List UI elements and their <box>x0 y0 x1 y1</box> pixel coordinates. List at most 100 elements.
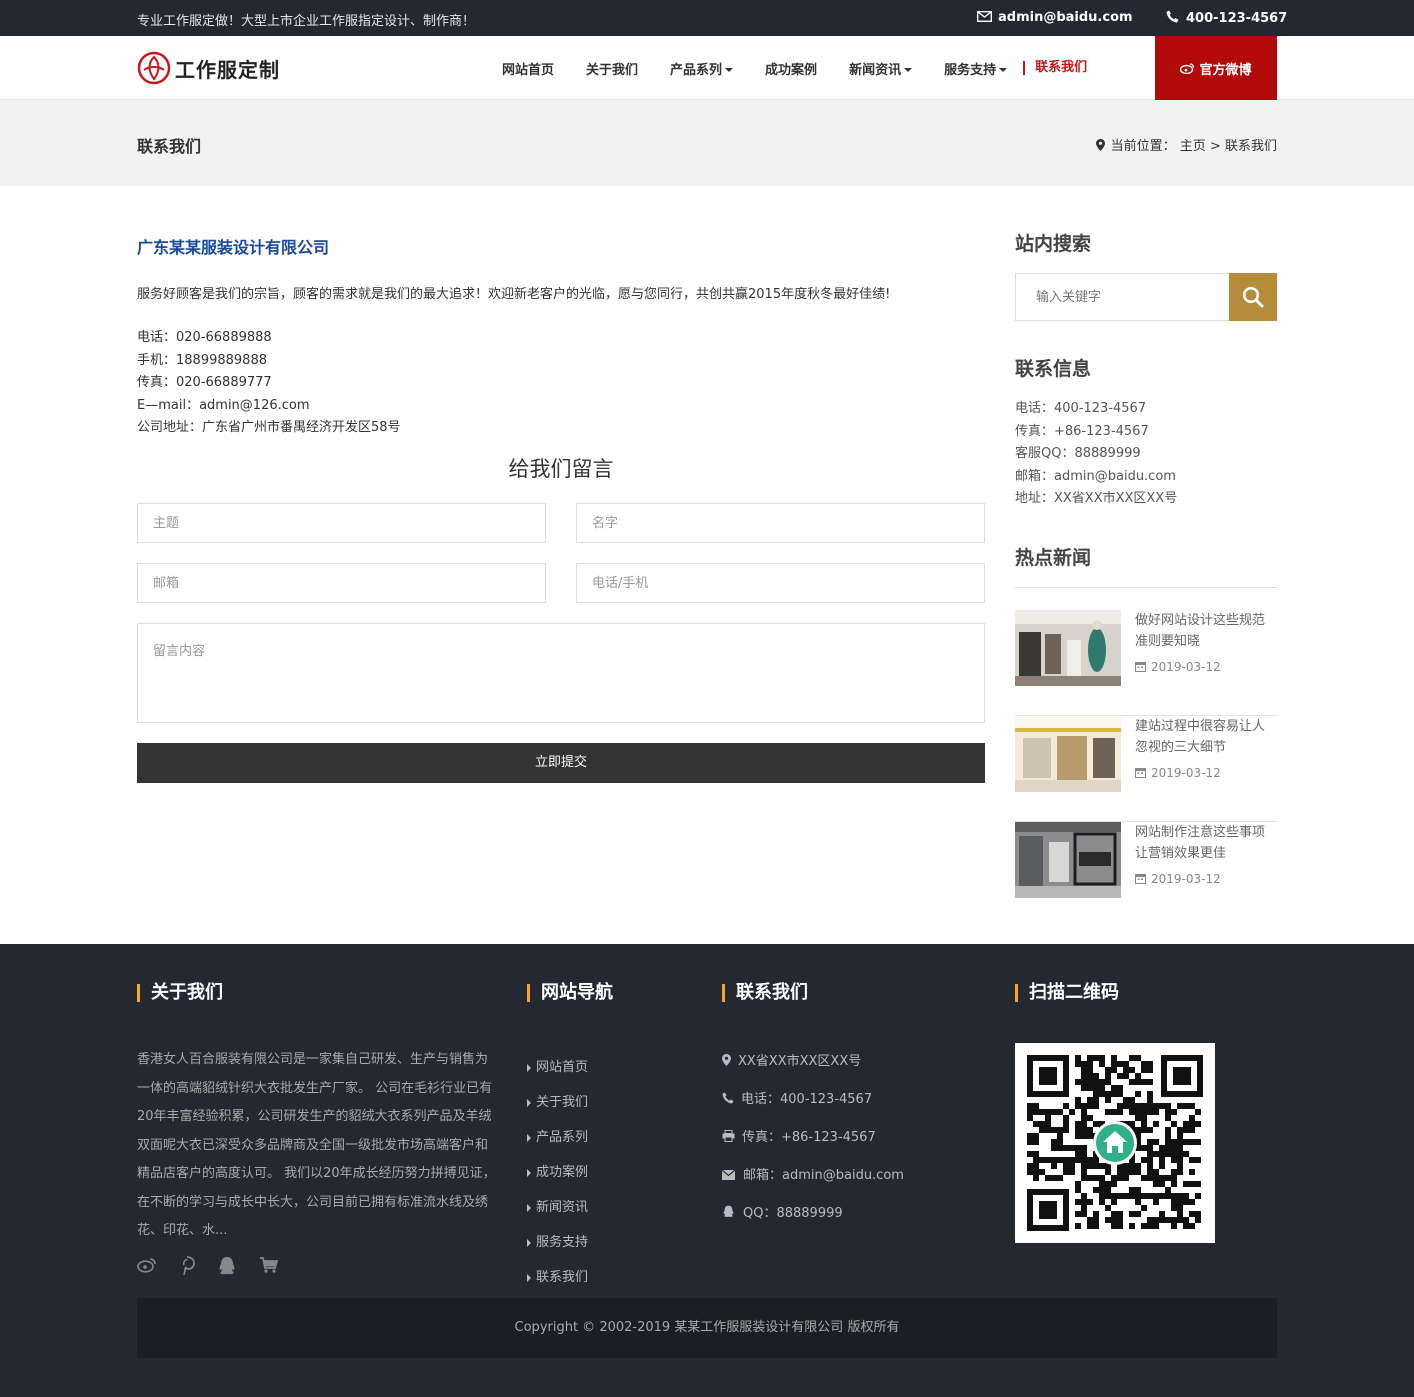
divider <box>1015 587 1277 588</box>
footer-nav-label: 网站首页 <box>536 1060 589 1075</box>
footer-nav-label: 服务支持 <box>536 1235 589 1250</box>
footer-nav-link[interactable]: 成功案例 <box>527 1155 588 1190</box>
nav-home[interactable]: 网站首页 <box>486 59 570 78</box>
news-thumbnail[interactable] <box>1015 716 1121 792</box>
search-input[interactable] <box>1016 274 1230 320</box>
name-input[interactable] <box>576 503 985 543</box>
news-title[interactable]: 做好网站设计这些规范准则要知晓 <box>1135 610 1277 652</box>
nav-support-label: 服务支持 <box>944 62 997 78</box>
logo-text: 工作服定制 <box>175 57 280 82</box>
pinterest-icon[interactable] <box>179 1256 195 1276</box>
calendar-icon <box>1135 874 1146 884</box>
news-thumbnail[interactable] <box>1015 610 1121 686</box>
footer-nav-heading: 网站导航 <box>527 984 613 1002</box>
site-logo[interactable]: 工作服定制 <box>137 50 280 86</box>
search-button[interactable] <box>1229 273 1277 321</box>
top-phone-text: 400-123-4567 <box>1186 11 1288 26</box>
footer-nav-label: 关于我们 <box>536 1095 589 1110</box>
breadcrumb-home[interactable]: 主页 <box>1180 139 1206 154</box>
breadcrumb-prefix: 当前位置： <box>1110 139 1176 154</box>
footer-nav-label: 成功案例 <box>536 1165 589 1180</box>
footer-contact-list: XX省XX市XX区XX号 电话：400-123-4567 传真：+86-123-… <box>721 1043 904 1233</box>
caret-right-icon <box>527 1238 531 1247</box>
breadcrumb-current[interactable]: 联系我们 <box>1225 139 1277 154</box>
company-name: 广东某某服装设计有限公司 <box>137 238 330 257</box>
side-fax: 传真：+86-123-4567 <box>1015 423 1149 439</box>
news-title[interactable]: 建站过程中很容易让人忽视的三大细节 <box>1135 716 1277 758</box>
nav-about[interactable]: 关于我们 <box>570 59 654 78</box>
nav-products-label: 产品系列 <box>670 62 723 78</box>
chevron-down-icon <box>725 68 734 72</box>
news-item[interactable]: 网站制作注意这些事项让营销效果更佳 2019-03-12 <box>1015 822 1277 928</box>
footer-nav-label: 新闻资讯 <box>536 1200 589 1215</box>
qq-icon[interactable] <box>217 1256 237 1276</box>
weibo-button[interactable]: 官方微博 <box>1155 36 1277 100</box>
caret-right-icon <box>527 1063 531 1072</box>
phone-icon <box>722 1092 734 1104</box>
footer-qq-text: QQ：88889999 <box>743 1206 843 1221</box>
qr-code-image <box>1015 1043 1215 1243</box>
logo-emblem-icon <box>137 51 171 85</box>
footer-address-text: XX省XX市XX区XX号 <box>738 1054 862 1069</box>
calendar-icon <box>1135 768 1146 778</box>
weibo-icon <box>1180 63 1195 74</box>
contact-fax: 传真：020-66889777 <box>137 375 272 390</box>
page-title: 联系我们 <box>137 137 202 156</box>
site-slogan: 专业工作服定做！大型上市企业工作服指定设计、制作商！ <box>137 14 476 29</box>
footer-about-heading: 关于我们 <box>137 984 223 1002</box>
chevron-down-icon <box>999 68 1008 72</box>
printer-icon <box>722 1130 735 1142</box>
caret-right-icon <box>527 1133 531 1142</box>
news-item[interactable]: 建站过程中很容易让人忽视的三大细节 2019-03-12 <box>1015 716 1277 822</box>
calendar-icon <box>1135 662 1146 672</box>
nav-support[interactable]: 服务支持 <box>928 59 1023 78</box>
footer-fax: 传真：+86-123-4567 <box>722 1119 904 1157</box>
footer-address: XX省XX市XX区XX号 <box>722 1043 904 1081</box>
weibo-icon[interactable] <box>137 1256 157 1273</box>
phone-input[interactable] <box>576 563 985 603</box>
news-title[interactable]: 网站制作注意这些事项让营销效果更佳 <box>1135 822 1277 864</box>
main-nav: 网站首页 关于我们 产品系列 成功案例 新闻资讯 服务支持 联系我们 <box>486 36 1103 100</box>
nav-news[interactable]: 新闻资讯 <box>833 59 928 78</box>
footer-about-text: 香港女人百合服装有限公司是一家集自己研发、生产与销售为一体的高端貂绒针织大衣批发… <box>137 1052 496 1238</box>
side-qq: 客服QQ：88889999 <box>1015 446 1141 461</box>
caret-right-icon <box>527 1098 531 1107</box>
contact-info-list: 电话：400-123-4567 传真：+86-123-4567 客服QQ：888… <box>1015 398 1177 511</box>
submit-button[interactable]: 立即提交 <box>137 743 985 783</box>
caret-right-icon <box>527 1273 531 1282</box>
top-email-text: admin@baidu.com <box>998 10 1133 25</box>
news-item[interactable]: 做好网站设计这些规范准则要知晓 2019-03-12 <box>1015 610 1277 716</box>
footer-phone-text: 电话：400-123-4567 <box>741 1092 873 1107</box>
top-email[interactable]: admin@baidu.com <box>976 10 1133 25</box>
news-date-text: 2019-03-12 <box>1151 766 1221 780</box>
nav-contact[interactable]: 联系我们 <box>1023 61 1103 75</box>
chevron-down-icon <box>904 68 913 72</box>
company-intro: 服务好顾客是我们的宗旨，顾客的需求就是我们的最大追求！欢迎新老客户的光临，愿与您… <box>137 287 891 302</box>
subject-input[interactable] <box>137 503 546 543</box>
footer-nav-label: 联系我们 <box>536 1270 589 1285</box>
top-bar: 专业工作服定做！大型上市企业工作服指定设计、制作商！ admin@baidu.c… <box>0 0 1414 36</box>
copyright: Copyright © 2002-2019 某某工作服服装设计有限公司 版权所有 <box>137 1298 1277 1358</box>
footer-nav-link[interactable]: 新闻资讯 <box>527 1190 588 1225</box>
nav-products[interactable]: 产品系列 <box>654 59 749 78</box>
footer-nav: 网站首页 关于我们 产品系列 成功案例 新闻资讯 服务支持 联系我们 <box>527 1050 588 1295</box>
side-address: 地址：XX省XX市XX区XX号 <box>1015 491 1178 506</box>
news-date: 2019-03-12 <box>1135 660 1221 674</box>
footer-nav-link[interactable]: 关于我们 <box>527 1085 588 1120</box>
news-date-text: 2019-03-12 <box>1151 872 1221 886</box>
news-thumbnail[interactable] <box>1015 822 1121 898</box>
company-contacts: 电话：020-66889888 手机：18899889888 传真：020-66… <box>137 327 401 440</box>
top-phone[interactable]: 400-123-4567 <box>1166 10 1287 26</box>
map-marker-icon <box>1095 139 1105 151</box>
email-input[interactable] <box>137 563 546 603</box>
cart-icon[interactable] <box>259 1256 279 1274</box>
footer-nav-link[interactable]: 联系我们 <box>527 1260 588 1295</box>
nav-news-label: 新闻资讯 <box>849 62 902 78</box>
message-textarea[interactable] <box>137 623 985 723</box>
footer-nav-link[interactable]: 网站首页 <box>527 1050 588 1085</box>
envelope-icon <box>976 10 993 23</box>
nav-cases[interactable]: 成功案例 <box>749 59 833 78</box>
footer-nav-link[interactable]: 服务支持 <box>527 1225 588 1260</box>
footer-nav-link[interactable]: 产品系列 <box>527 1120 588 1155</box>
contact-email: E—mail：admin@126.com <box>137 397 310 413</box>
